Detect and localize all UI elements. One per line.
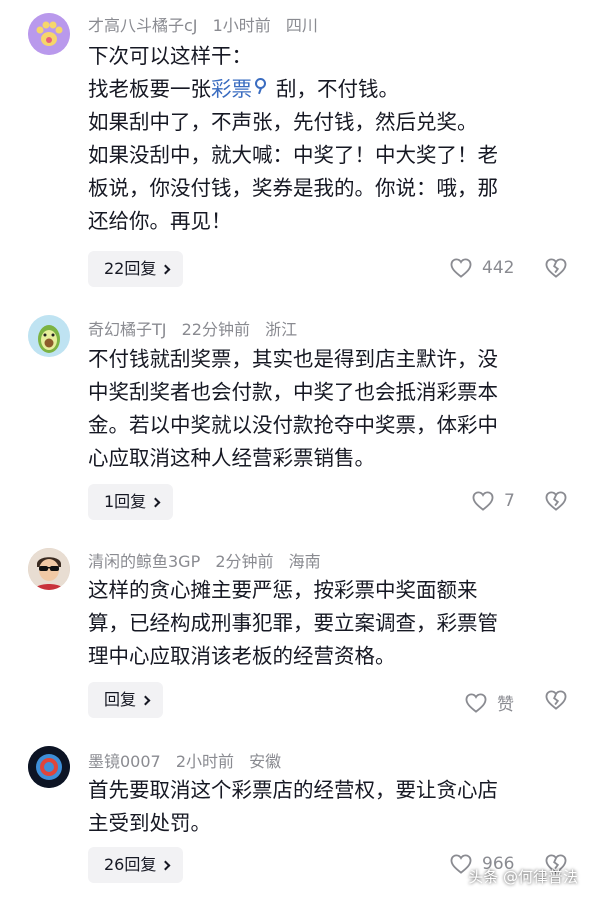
- avatar[interactable]: [28, 548, 70, 590]
- location: 安徽: [249, 752, 282, 771]
- username[interactable]: 清闲的鲸鱼3GP: [88, 552, 200, 571]
- like-button[interactable]: 442: [450, 258, 514, 278]
- comment-item: 才高八斗橘子cJ 1小时前 四川 下次可以这样干： 找老板要一张彩票 刮，不付钱。…: [0, 0, 600, 300]
- comment-text: 首先要取消这个彩票店的经营权，要让贪心店 主受到处罚。: [88, 774, 568, 840]
- comment-meta: 墨镜0007 2小时前 安徽: [88, 748, 291, 772]
- avatar[interactable]: [28, 746, 70, 788]
- comment-line: 主受到处罚。: [88, 811, 211, 835]
- search-icon[interactable]: [255, 78, 266, 89]
- comment-text: 不付钱就刮奖票，其实也是得到店主默许，没 中奖刮奖者也会付款，中奖了也会抵消彩票…: [88, 343, 568, 475]
- reply-label: 回复: [104, 690, 137, 709]
- chevron-right-icon: [160, 860, 171, 870]
- dislike-button[interactable]: [545, 690, 567, 714]
- comment-line: 不付钱就刮奖票，其实也是得到店主默许，没: [88, 347, 498, 371]
- broken-heart-icon: [545, 258, 567, 278]
- chevron-right-icon: [140, 695, 151, 705]
- comment-meta: 清闲的鲸鱼3GP 2分钟前 海南: [88, 548, 331, 572]
- paw-icon: [28, 13, 70, 55]
- comment-line: 首先要取消这个彩票店的经营权，要让贪心店: [88, 778, 498, 802]
- like-button[interactable]: 赞: [465, 690, 514, 715]
- keyword-link[interactable]: 彩票: [211, 77, 252, 101]
- location: 海南: [288, 552, 321, 571]
- view-replies-button[interactable]: 1回复: [88, 484, 174, 520]
- comment-line: 算，已经构成刑事犯罪，要立案调查，彩票管: [88, 611, 498, 635]
- view-replies-button[interactable]: 22回复: [88, 251, 184, 287]
- comment-line: 心应取消这种人经营彩票销售。: [88, 446, 375, 470]
- broken-heart-icon: [545, 491, 567, 511]
- comment-line: 理中心应取消该老板的经营资格。: [88, 644, 396, 668]
- username[interactable]: 墨镜0007: [88, 752, 161, 771]
- location: 四川: [285, 16, 318, 35]
- chevron-right-icon: [150, 497, 161, 507]
- dislike-button[interactable]: [545, 491, 567, 515]
- comment-line: 板说，你没付钱，奖券是我的。你说：哦，那: [88, 176, 498, 200]
- comment-text: 下次可以这样干： 找老板要一张彩票 刮，不付钱。 如果刮中了，不声张，先付钱，然后…: [88, 40, 568, 238]
- comment-meta: 奇幻橘子TJ 22分钟前 浙江: [88, 316, 307, 340]
- avatar[interactable]: [28, 315, 70, 357]
- text-segment: 找老板要一张: [88, 77, 211, 101]
- comment-meta: 才高八斗橘子cJ 1小时前 四川: [88, 12, 328, 36]
- avocado-icon: [28, 315, 70, 357]
- like-count: 7: [504, 491, 515, 511]
- reply-label: 22回复: [104, 259, 157, 278]
- username[interactable]: 才高八斗橘子cJ: [88, 16, 198, 35]
- comment-item: 奇幻橘子TJ 22分钟前 浙江 不付钱就刮奖票，其实也是得到店主默许，没 中奖刮…: [0, 310, 600, 530]
- comment-line: 这样的贪心摊主要严惩，按彩票中奖面额来: [88, 578, 478, 602]
- user-photo-icon: [28, 548, 70, 590]
- comment-line: 下次可以这样干：: [88, 44, 252, 68]
- comment-item: 清闲的鲸鱼3GP 2分钟前 海南 这样的贪心摊主要严惩，按彩票中奖面额来 算，已…: [0, 540, 600, 730]
- view-replies-button[interactable]: 26回复: [88, 847, 184, 883]
- comment-line: 中奖刮奖者也会付款，中奖了也会抵消彩票本: [88, 380, 498, 404]
- like-count: 442: [482, 258, 515, 278]
- dislike-button[interactable]: [545, 258, 567, 282]
- heart-icon: [472, 491, 494, 511]
- comment-line: 还给你。再见！: [88, 209, 232, 233]
- broken-heart-icon: [545, 690, 567, 710]
- reply-button[interactable]: 回复: [88, 682, 164, 718]
- comment-line: 如果没刮中，就大喊：中奖了！中大奖了！老: [88, 143, 498, 167]
- like-label: 赞: [497, 695, 514, 715]
- comment-line: 找老板要一张彩票 刮，不付钱。: [88, 73, 568, 106]
- comment-line: 如果刮中了，不声张，先付钱，然后兑奖。: [88, 110, 478, 134]
- timestamp: 22分钟前: [181, 320, 250, 339]
- watermark: 头条 @何律普法: [468, 868, 578, 886]
- chevron-right-icon: [160, 264, 171, 274]
- avatar[interactable]: [28, 13, 70, 55]
- like-button[interactable]: 7: [472, 491, 515, 511]
- heart-icon: [450, 258, 472, 278]
- timestamp: 2小时前: [175, 752, 235, 771]
- comment-line: 金。若以中奖就以没付款抢夺中奖票，体彩中: [88, 413, 498, 437]
- timestamp: 2分钟前: [215, 552, 274, 571]
- heart-icon: [465, 692, 487, 713]
- text-segment: 刮，不付钱。: [276, 77, 399, 101]
- reply-label: 26回复: [104, 855, 157, 874]
- comment-text: 这样的贪心摊主要严惩，按彩票中奖面额来 算，已经构成刑事犯罪，要立案调查，彩票管…: [88, 574, 568, 673]
- location: 浙江: [265, 320, 298, 339]
- username[interactable]: 奇幻橘子TJ: [88, 320, 167, 339]
- timestamp: 1小时前: [212, 16, 271, 35]
- reply-label: 1回复: [104, 492, 147, 511]
- circle-logo-icon: [28, 746, 70, 788]
